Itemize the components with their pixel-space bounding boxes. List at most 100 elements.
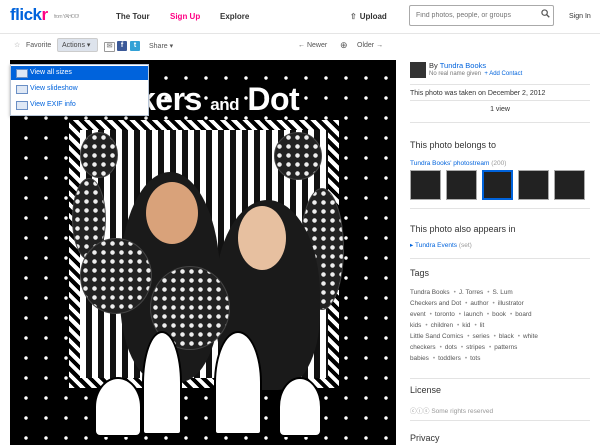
star-icon[interactable]: ☆: [14, 41, 20, 49]
tag-link[interactable]: toronto: [435, 311, 455, 318]
set-bullet-icon: ▸: [410, 242, 414, 249]
thumbnail[interactable]: [446, 170, 477, 200]
tag-link[interactable]: J. Torres: [459, 289, 483, 296]
man-face: [146, 182, 198, 244]
tag-separator: •: [474, 322, 477, 329]
divider: [410, 122, 590, 123]
tag-separator: •: [439, 344, 442, 351]
tag-link[interactable]: toddlers: [438, 355, 461, 362]
license-line: ⓒⓘⓢ Some rights reserved: [410, 405, 493, 415]
tag-link[interactable]: Little Sand Comics: [410, 333, 463, 340]
tag-link[interactable]: lit: [480, 322, 485, 329]
tag-link[interactable]: author: [470, 300, 488, 307]
set-link[interactable]: Tundra Events: [415, 242, 457, 249]
tag-link[interactable]: event: [410, 311, 426, 318]
nav-sign-up[interactable]: Sign Up: [170, 12, 200, 21]
logo-text-a: flick: [10, 5, 42, 24]
tag-row: checkers • dots • stripes • patterns: [410, 342, 600, 353]
menu-view-slideshow[interactable]: View slideshow: [11, 82, 148, 96]
tag-link[interactable]: children: [431, 322, 453, 329]
newer-button[interactable]: ← Newer: [298, 42, 327, 49]
search-icon[interactable]: [541, 9, 550, 18]
tag-link[interactable]: checkers: [410, 344, 436, 351]
tag-link[interactable]: board: [515, 311, 531, 318]
facebook-icon[interactable]: f: [117, 41, 127, 51]
zoom-icon[interactable]: ⊕: [340, 40, 348, 51]
tag-separator: •: [510, 311, 513, 318]
tag-link[interactable]: launch: [464, 311, 483, 318]
owner-sub-line: No real name given + Add Contact: [429, 71, 522, 77]
tag-link[interactable]: Checkers and Dot: [410, 300, 461, 307]
slideshow-icon: [16, 85, 28, 94]
top-bar: flickr from YAHOO! The Tour Sign Up Expl…: [0, 0, 600, 34]
older-button[interactable]: Older →: [357, 42, 383, 49]
thumbnail[interactable]: [518, 170, 549, 200]
upload-arrow-icon: ⇧: [350, 12, 357, 21]
twitter-icon[interactable]: t: [130, 41, 140, 51]
tag-separator: •: [493, 333, 496, 340]
tag-row: Little Sand Comics • series • black • white: [410, 331, 600, 342]
menu-label: View slideshow: [30, 85, 78, 92]
owner-avatar[interactable]: [410, 62, 426, 78]
banner-word-2: Dot: [247, 81, 300, 117]
search-input[interactable]: [414, 6, 536, 25]
add-contact-link[interactable]: + Add Contact: [484, 71, 522, 77]
share-label: Share: [149, 43, 168, 50]
tag-link[interactable]: Tundra Books: [410, 289, 450, 296]
tag-link[interactable]: tots: [470, 355, 480, 362]
tag-link[interactable]: series: [473, 333, 490, 340]
set-line: ▸ Tundra Events (set): [410, 241, 472, 249]
upload-button[interactable]: ⇧ Upload: [350, 12, 387, 21]
cartoon-boy: [142, 331, 182, 435]
thumbnail-current[interactable]: [482, 170, 513, 200]
tag-separator: •: [486, 311, 490, 318]
tag-link[interactable]: kids: [410, 322, 421, 329]
actions-button[interactable]: Actions ▾: [57, 38, 98, 52]
tag-link[interactable]: white: [523, 333, 538, 340]
tag-separator: •: [429, 311, 432, 318]
license-link[interactable]: Some rights reserved: [431, 408, 493, 415]
divider: [410, 258, 590, 259]
tag-separator: •: [487, 289, 490, 296]
flickr-logo[interactable]: flickr from YAHOO!: [10, 5, 79, 25]
tag-row: kids • children • kid • lit: [410, 320, 600, 331]
tag-separator: •: [453, 289, 456, 296]
tag-link[interactable]: book: [492, 311, 506, 318]
owner-link[interactable]: Tundra Books: [440, 61, 486, 70]
thumbnail[interactable]: [554, 170, 585, 200]
tag-link[interactable]: black: [499, 333, 514, 340]
tag-link[interactable]: dots: [445, 344, 457, 351]
balloon: [80, 238, 152, 314]
tag-link[interactable]: stripes: [466, 344, 485, 351]
set-type: (set): [458, 242, 472, 249]
tag-link[interactable]: kid: [462, 322, 470, 329]
share-button[interactable]: Share ▾: [149, 42, 173, 50]
tag-link[interactable]: illustrator: [498, 300, 524, 307]
email-icon[interactable]: ✉: [104, 42, 115, 52]
appears-heading: This photo also appears in: [410, 224, 516, 234]
tag-row: Tundra Books • J. Torres • S. Lum: [410, 287, 600, 298]
newer-label: Newer: [306, 42, 328, 49]
main-photo[interactable]: kers and Dot: [10, 60, 396, 445]
belongs-heading: This photo belongs to: [410, 140, 497, 150]
thumbnail[interactable]: [410, 170, 441, 200]
tag-link[interactable]: S. Lum: [492, 289, 512, 296]
search-box[interactable]: [409, 5, 554, 26]
tag-link[interactable]: patterns: [494, 344, 517, 351]
menu-view-all-sizes[interactable]: View all sizes: [11, 66, 148, 80]
tag-link[interactable]: babies: [410, 355, 429, 362]
actions-label: Actions: [62, 42, 85, 49]
photostream-link[interactable]: Tundra Books' photostream: [410, 160, 489, 167]
tag-row: babies • toddlers • tots: [410, 353, 600, 364]
nav-the-tour[interactable]: The Tour: [116, 12, 150, 21]
nav-explore[interactable]: Explore: [220, 12, 249, 21]
menu-label: View all sizes: [30, 69, 72, 76]
logo-from-yahoo: from YAHOO!: [54, 14, 79, 20]
menu-view-exif[interactable]: View EXIF info: [11, 98, 148, 112]
tag-separator: •: [432, 355, 436, 362]
cartoon-dog: [94, 377, 142, 437]
favorite-button[interactable]: Favorite: [26, 42, 51, 49]
tag-separator: •: [467, 333, 470, 340]
sign-in-link[interactable]: Sign In: [569, 13, 591, 20]
cc-icon[interactable]: ⓒⓘⓢ: [410, 408, 430, 415]
